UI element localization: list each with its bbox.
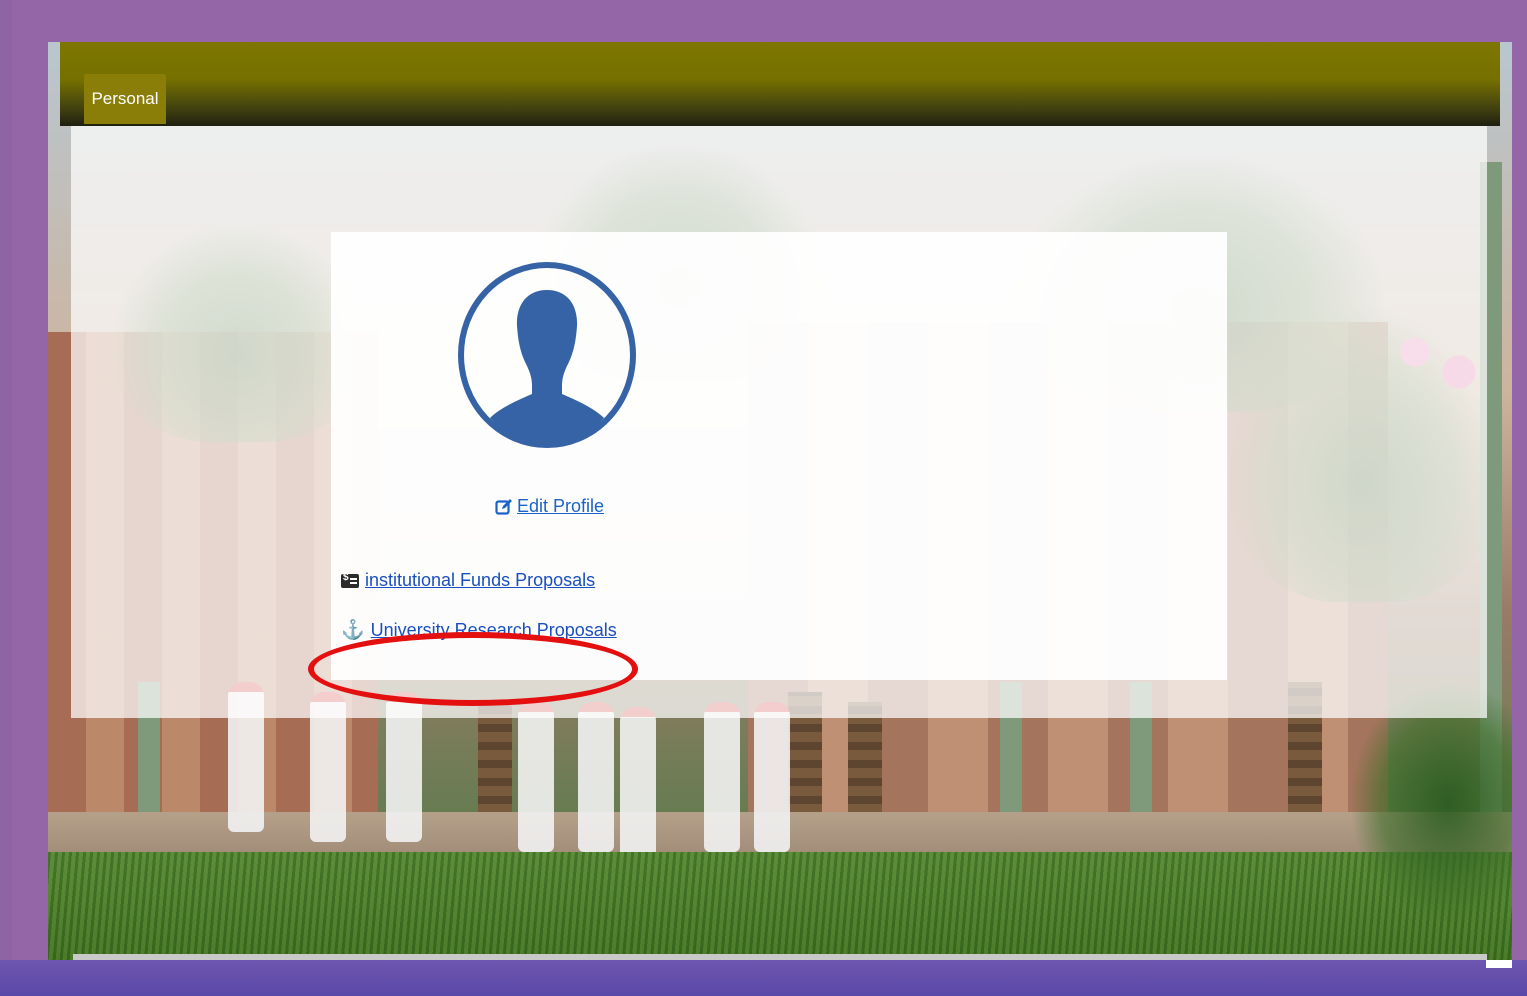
tab-personal[interactable]: Personal [84,74,166,124]
background-grass [48,852,1512,960]
page-bottom-strip [0,960,1527,996]
profile-card: Edit Profile institutional Funds Proposa… [331,232,1227,680]
institutional-funds-label: institutional Funds Proposals [365,570,596,590]
edit-profile-link[interactable]: Edit Profile [495,496,604,517]
money-check-icon [341,572,359,588]
top-navbar: Personal [60,42,1500,126]
bottom-divider [73,954,1487,960]
edit-profile-label: Edit Profile [517,496,605,516]
user-silhouette-icon [458,262,636,448]
main-frame: Personal Edit Profile institutional Fund… [48,42,1512,960]
university-research-label: University Research Proposals [370,620,617,640]
background-person [704,702,740,852]
background-person [578,702,614,852]
edit-icon [495,498,512,515]
university-research-link[interactable]: ⚓ University Research Proposals [341,620,617,641]
background-person [754,702,790,852]
institutional-funds-link[interactable]: institutional Funds Proposals [341,570,595,591]
background-person [620,707,656,857]
anchor-icon: ⚓ [341,620,365,641]
page-left-edge [0,0,12,960]
background-person [518,702,554,852]
background-bush [1352,682,1512,922]
